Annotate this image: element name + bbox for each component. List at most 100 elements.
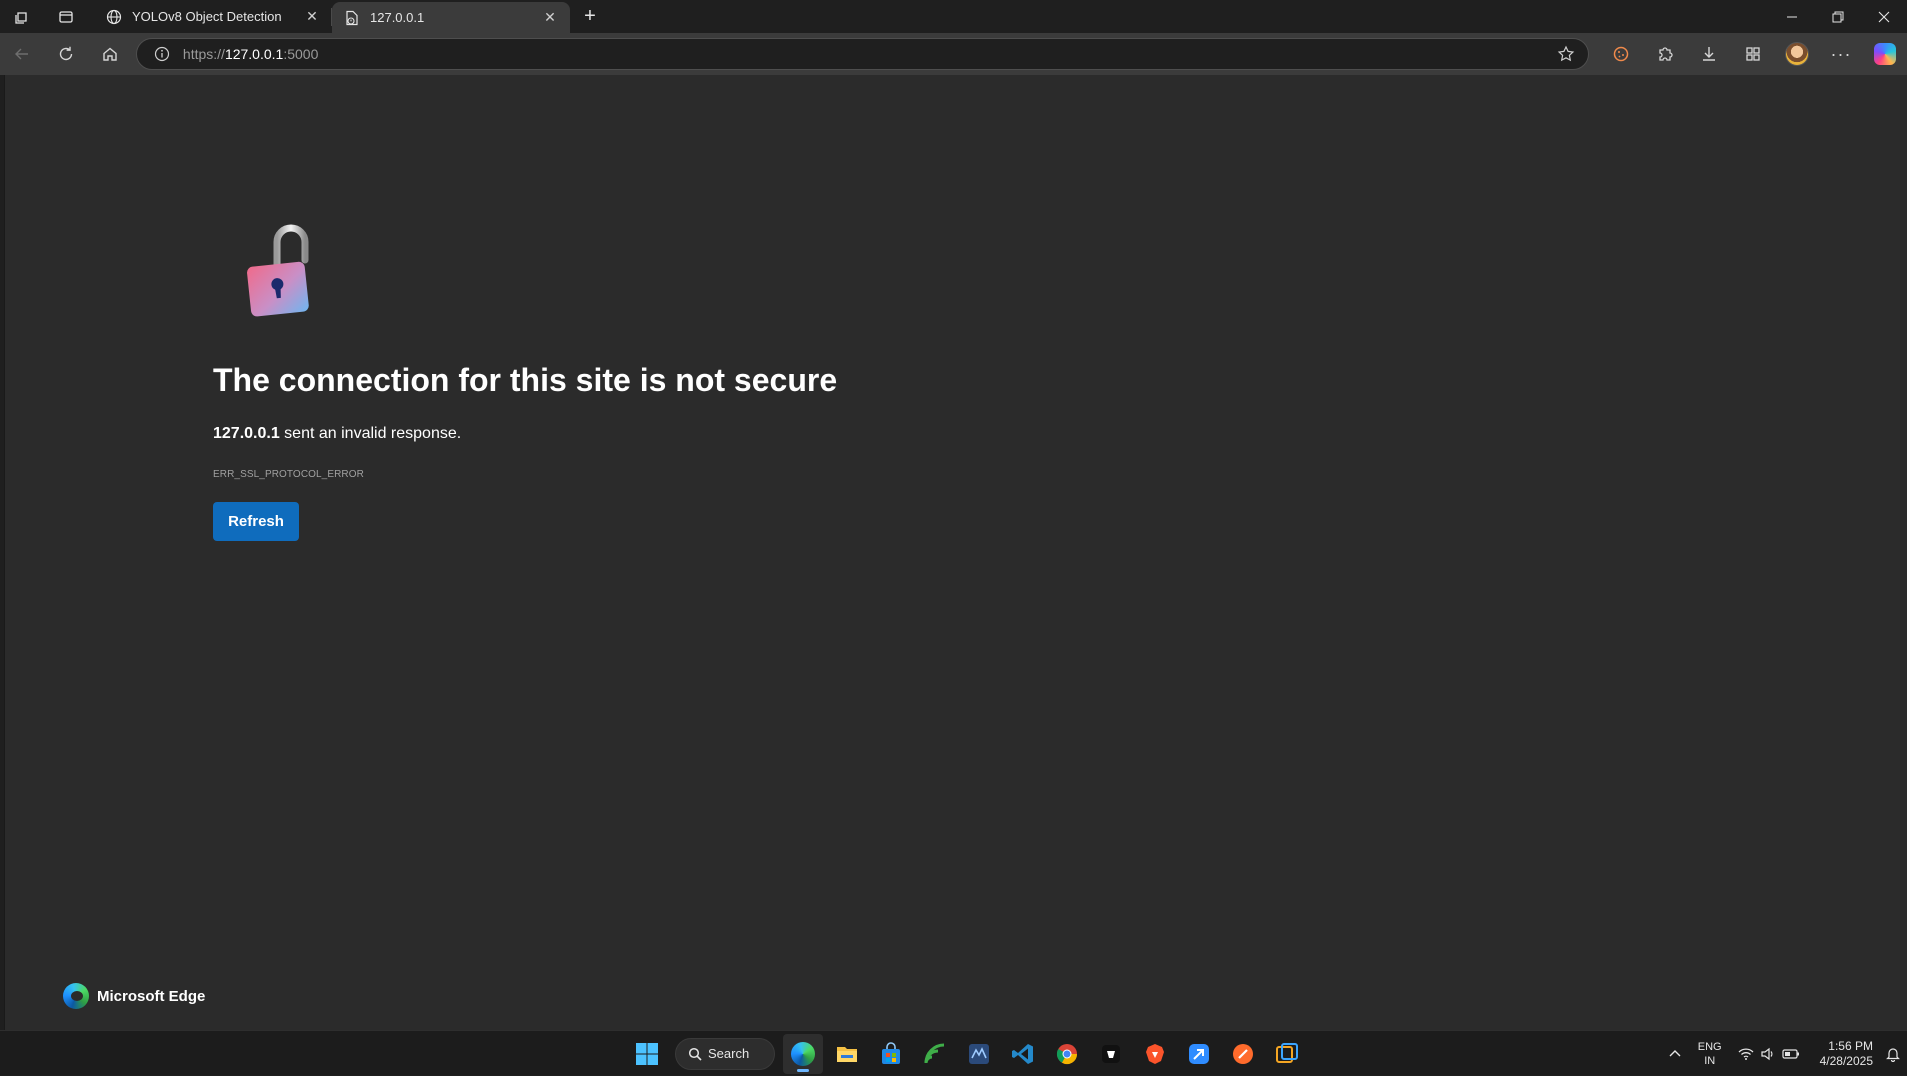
taskbar-app-arrow[interactable] — [1179, 1034, 1219, 1074]
taskbar-file-explorer[interactable] — [827, 1034, 867, 1074]
globe-icon — [106, 9, 122, 25]
edge-icon — [791, 1041, 815, 1066]
tab-title: YOLOv8 Object Detection — [132, 9, 282, 24]
cookie-icon — [1613, 46, 1629, 62]
url-text[interactable]: https://127.0.0.1:5000 — [183, 46, 1554, 62]
unlocked-padlock-icon — [247, 224, 309, 317]
network-volume-battery[interactable] — [1738, 1047, 1800, 1061]
collections-button[interactable] — [1731, 36, 1775, 72]
error-code[interactable]: ERR_SSL_PROTOCOL_ERROR — [213, 469, 364, 480]
refresh-icon — [59, 46, 73, 61]
search-label: Search — [708, 1046, 750, 1061]
more-dots-icon: ··· — [1830, 43, 1852, 64]
error-title: The connection for this site is not secu… — [213, 362, 838, 398]
tab-localhost[interactable]: 127.0.0.1 ✕ — [332, 2, 570, 33]
downloads-button[interactable] — [1687, 36, 1731, 72]
toolbar-right: ··· — [1599, 36, 1907, 72]
restore-button[interactable] — [1815, 0, 1861, 33]
chrome-icon — [1056, 1043, 1078, 1064]
home-icon — [103, 47, 117, 61]
app-orange-icon — [1233, 1043, 1253, 1064]
file-explorer-icon — [837, 1046, 857, 1062]
app-arrow-icon — [1189, 1043, 1209, 1064]
app-box-icon — [1276, 1042, 1298, 1063]
start-icon — [636, 1042, 658, 1065]
error-host: 127.0.0.1 — [213, 425, 280, 442]
lang-region: IN — [1704, 1054, 1716, 1067]
url-host: 127.0.0.1 — [224, 46, 284, 62]
windows-taskbar: Search ENG IN 1:56 PM 4/28/2025 — [0, 1030, 1907, 1075]
app-blue-icon — [969, 1043, 989, 1064]
taskbar-edge[interactable] — [783, 1033, 823, 1074]
collections-icon — [1746, 47, 1760, 61]
new-tab-button[interactable]: + — [570, 0, 610, 33]
site-info-icon[interactable] — [151, 43, 173, 65]
close-tab-icon[interactable]: ✕ — [302, 7, 322, 27]
notifications-button[interactable] — [1885, 1046, 1901, 1062]
close-icon — [1878, 11, 1890, 22]
settings-more-button[interactable]: ··· — [1819, 36, 1863, 72]
taskbar-apps: Search — [625, 1031, 1309, 1076]
start-button[interactable] — [627, 1034, 667, 1074]
home-button[interactable] — [88, 36, 132, 72]
tab-yolov8[interactable]: YOLOv8 Object Detection ✕ — [94, 0, 332, 33]
close-window-button[interactable] — [1861, 0, 1907, 33]
battery-icon — [1782, 1048, 1799, 1059]
workspaces-button[interactable] — [0, 0, 44, 33]
taskbar-app-green[interactable] — [915, 1034, 955, 1074]
puzzle-icon — [1659, 47, 1673, 61]
taskbar-vscode[interactable] — [1003, 1034, 1043, 1074]
browser-brand: Microsoft Edge — [63, 983, 205, 1009]
lang-code: ENG — [1697, 1040, 1722, 1053]
close-tab-icon[interactable]: ✕ — [540, 8, 560, 28]
volume-icon — [1761, 1047, 1773, 1060]
taskbar-app-blue[interactable] — [959, 1034, 999, 1074]
plus-icon: + — [584, 5, 596, 27]
error-description: 127.0.0.1 sent an invalid response. — [213, 425, 461, 443]
back-button[interactable] — [0, 36, 44, 72]
input-language[interactable]: ENG IN — [1698, 1040, 1722, 1068]
taskbar-search[interactable]: Search — [675, 1037, 775, 1070]
taskbar-app-box[interactable] — [1267, 1034, 1307, 1074]
clock-time: 1:56 PM — [1828, 1038, 1873, 1053]
page-warning-icon — [344, 10, 360, 26]
copilot-icon — [1873, 43, 1896, 65]
wifi-icon — [1738, 1047, 1754, 1060]
minimize-icon — [1787, 16, 1797, 17]
taskbar-store[interactable] — [871, 1034, 911, 1074]
clock-date: 4/28/2025 — [1819, 1053, 1873, 1068]
refresh-button[interactable]: Refresh — [213, 502, 299, 541]
workspaces-icon — [15, 11, 27, 24]
url-scheme: https:// — [182, 46, 225, 62]
extensions-button[interactable] — [1643, 36, 1687, 72]
system-tray: ENG IN 1:56 PM 4/28/2025 — [1662, 1031, 1907, 1076]
arrow-left-icon — [14, 48, 28, 60]
restore-icon — [1832, 11, 1844, 22]
profile-button[interactable] — [1775, 36, 1819, 72]
cookie-extension-button[interactable] — [1599, 36, 1643, 72]
browser-toolbar: https://127.0.0.1:5000 ··· — [0, 33, 1907, 75]
tab-actions-button[interactable] — [44, 0, 88, 33]
minimize-button[interactable] — [1769, 0, 1815, 33]
error-message: sent an invalid response. — [279, 425, 462, 442]
taskbar-brave[interactable] — [1135, 1034, 1175, 1074]
download-icon — [1702, 47, 1715, 61]
taskbar-chrome[interactable] — [1047, 1034, 1087, 1074]
error-page: The connection for this site is not secu… — [4, 75, 1907, 1030]
tab-title: 127.0.0.1 — [370, 10, 425, 25]
show-hidden-icons-button[interactable] — [1668, 1047, 1682, 1061]
copilot-button[interactable] — [1863, 36, 1907, 72]
bell-icon — [1886, 1047, 1900, 1062]
reload-button[interactable] — [44, 36, 88, 72]
favorite-star-icon[interactable] — [1554, 45, 1578, 63]
edge-logo-icon — [63, 983, 89, 1009]
clock[interactable]: 1:56 PM 4/28/2025 — [1820, 1039, 1873, 1069]
taskbar-app-dark[interactable] — [1091, 1034, 1131, 1074]
taskbar-app-orange[interactable] — [1223, 1034, 1263, 1074]
address-bar[interactable]: https://127.0.0.1:5000 — [135, 38, 1589, 70]
app-green-icon — [924, 1043, 945, 1063]
vscode-icon — [1012, 1043, 1033, 1064]
brave-icon — [1146, 1043, 1164, 1064]
title-bar: YOLOv8 Object Detection ✕ 127.0.0.1 ✕ + — [0, 0, 1907, 33]
tab-actions-icon — [59, 10, 73, 23]
